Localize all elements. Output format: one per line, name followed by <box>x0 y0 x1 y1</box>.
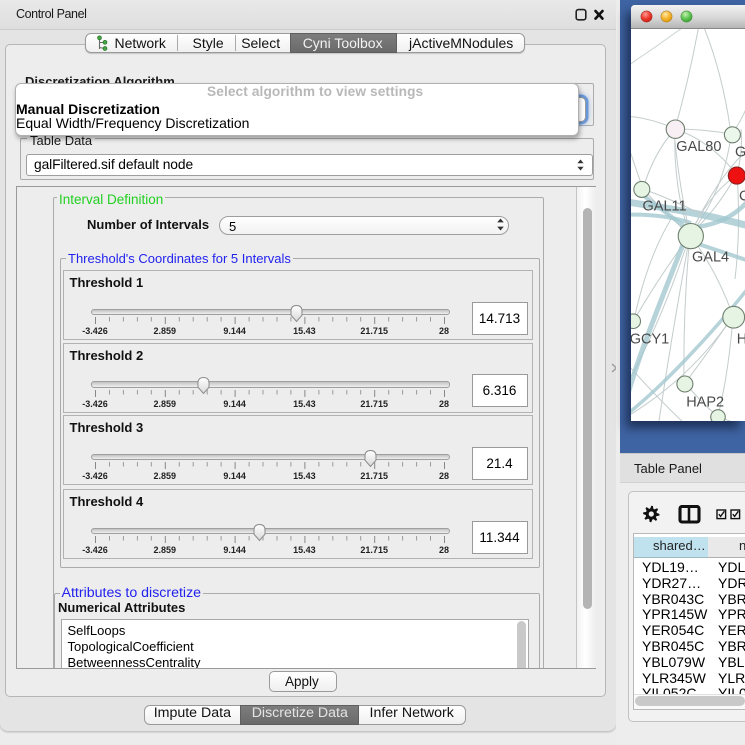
svg-text:HAP2: HAP2 <box>686 394 724 410</box>
svg-text:HAP4: HAP4 <box>737 331 745 347</box>
svg-text:GAL11: GAL11 <box>643 198 687 214</box>
svg-text:GAL80: GAL80 <box>676 139 721 155</box>
svg-text:GCY1: GCY1 <box>631 331 669 347</box>
svg-text:GAL3: GAL3 <box>735 144 745 160</box>
svg-text:CYC: CYC <box>739 188 745 204</box>
svg-text:GAL4: GAL4 <box>692 249 729 265</box>
